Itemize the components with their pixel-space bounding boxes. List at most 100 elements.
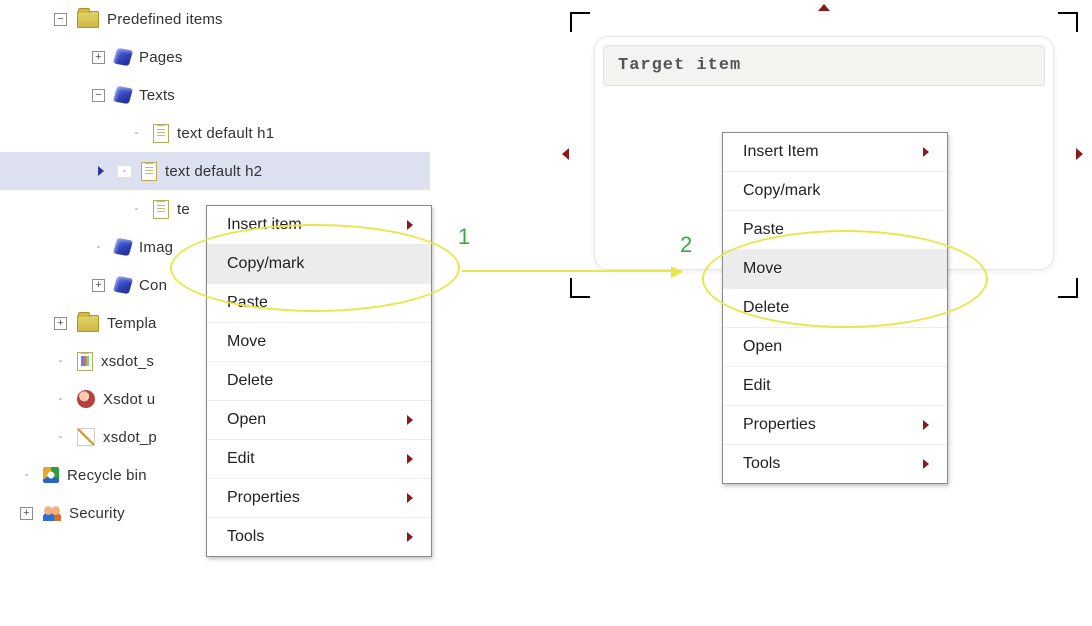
leaf-marker: - bbox=[20, 470, 33, 481]
menu-open[interactable]: Open bbox=[723, 327, 947, 366]
tree-item-texts[interactable]: − Texts bbox=[0, 76, 430, 114]
context-menu-source[interactable]: Insert item Copy/mark Paste Move Delete … bbox=[206, 205, 432, 557]
submenu-arrow-icon bbox=[923, 147, 929, 157]
module-icon bbox=[113, 238, 133, 256]
menu-tools[interactable]: Tools bbox=[723, 444, 947, 483]
expand-toggle[interactable]: + bbox=[20, 507, 33, 520]
menu-paste[interactable]: Paste bbox=[207, 283, 431, 322]
menu-open[interactable]: Open bbox=[207, 400, 431, 439]
resize-handle-left[interactable] bbox=[562, 148, 569, 160]
menu-label: Properties bbox=[227, 489, 300, 507]
crop-corner-bl[interactable] bbox=[570, 278, 590, 298]
menu-label: Delete bbox=[743, 299, 789, 317]
menu-label: Properties bbox=[743, 416, 816, 434]
tree-label: Xsdot u bbox=[103, 391, 155, 408]
leaf-marker: - bbox=[130, 204, 143, 215]
leaf-marker: - bbox=[54, 432, 67, 443]
menu-paste[interactable]: Paste bbox=[723, 210, 947, 249]
menu-move[interactable]: Move bbox=[723, 249, 947, 288]
tree-item-text-h2[interactable]: - text default h2 bbox=[0, 152, 430, 190]
menu-label: Move bbox=[743, 260, 782, 278]
users-icon bbox=[43, 505, 61, 521]
target-item-title: Target item bbox=[603, 45, 1045, 86]
menu-label: Copy/mark bbox=[227, 255, 304, 273]
tree-label: xsdot_s bbox=[101, 353, 154, 370]
menu-insert-item[interactable]: Insert Item bbox=[723, 133, 947, 171]
resize-handle-right[interactable] bbox=[1076, 148, 1083, 160]
tree-label: Con bbox=[139, 277, 167, 294]
tree-label: Security bbox=[69, 505, 125, 522]
menu-properties[interactable]: Properties bbox=[723, 405, 947, 444]
step-number-1: 1 bbox=[458, 224, 470, 250]
resize-handle-top[interactable] bbox=[818, 4, 830, 11]
crop-corner-tr[interactable] bbox=[1058, 12, 1078, 32]
module-icon bbox=[113, 86, 133, 104]
selection-arrow-icon bbox=[98, 166, 104, 176]
grid-page-icon bbox=[77, 352, 93, 371]
page-icon bbox=[153, 124, 169, 143]
menu-label: Open bbox=[227, 411, 266, 429]
module-icon bbox=[113, 276, 133, 294]
menu-label: Delete bbox=[227, 372, 273, 390]
tree-label: Texts bbox=[139, 87, 175, 104]
menu-copy-mark[interactable]: Copy/mark bbox=[723, 171, 947, 210]
submenu-arrow-icon bbox=[407, 454, 413, 464]
tree-label: Recycle bin bbox=[67, 467, 147, 484]
leaf-marker: - bbox=[92, 242, 105, 253]
menu-label: Move bbox=[227, 333, 266, 351]
tree-label: xsdot_p bbox=[103, 429, 157, 446]
tree-label: Templa bbox=[107, 315, 157, 332]
leaf-marker: - bbox=[130, 128, 143, 139]
tree-label: text default h1 bbox=[177, 125, 274, 142]
context-menu-target[interactable]: Insert Item Copy/mark Paste Move Delete … bbox=[722, 132, 948, 484]
menu-label: Insert item bbox=[227, 216, 302, 234]
submenu-arrow-icon bbox=[407, 493, 413, 503]
tree-label: text default h2 bbox=[165, 163, 262, 180]
menu-label: Tools bbox=[743, 455, 780, 473]
recycle-icon bbox=[43, 467, 59, 483]
folder-icon bbox=[77, 11, 99, 28]
menu-label: Paste bbox=[227, 294, 268, 312]
menu-label: Edit bbox=[227, 450, 255, 468]
pencil-icon bbox=[77, 428, 95, 446]
menu-label: Open bbox=[743, 338, 782, 356]
callout-arrow bbox=[462, 270, 682, 272]
menu-edit[interactable]: Edit bbox=[723, 366, 947, 405]
menu-move[interactable]: Move bbox=[207, 322, 431, 361]
expand-toggle[interactable]: + bbox=[92, 279, 105, 292]
tree-item-text-h1[interactable]: - text default h1 bbox=[0, 114, 430, 152]
menu-properties[interactable]: Properties bbox=[207, 478, 431, 517]
crop-corner-tl[interactable] bbox=[570, 12, 590, 32]
crop-corner-br[interactable] bbox=[1058, 278, 1078, 298]
submenu-arrow-icon bbox=[923, 459, 929, 469]
folder-icon bbox=[77, 315, 99, 332]
page-icon bbox=[141, 162, 157, 181]
tree-item-predefined[interactable]: − Predefined items bbox=[0, 0, 430, 38]
menu-label: Tools bbox=[227, 528, 264, 546]
leaf-marker: - bbox=[118, 166, 131, 177]
expand-toggle[interactable]: + bbox=[92, 51, 105, 64]
avatar-icon bbox=[77, 390, 95, 408]
tree-label: Pages bbox=[139, 49, 183, 66]
tree-label: Imag bbox=[139, 239, 173, 256]
menu-delete[interactable]: Delete bbox=[723, 288, 947, 327]
collapse-toggle[interactable]: − bbox=[54, 13, 67, 26]
menu-edit[interactable]: Edit bbox=[207, 439, 431, 478]
submenu-arrow-icon bbox=[407, 220, 413, 230]
menu-delete[interactable]: Delete bbox=[207, 361, 431, 400]
tree-label: Predefined items bbox=[107, 11, 223, 28]
menu-label: Edit bbox=[743, 377, 771, 395]
expand-toggle[interactable]: + bbox=[54, 317, 67, 330]
menu-copy-mark[interactable]: Copy/mark bbox=[207, 244, 431, 283]
leaf-marker: - bbox=[54, 394, 67, 405]
submenu-arrow-icon bbox=[407, 415, 413, 425]
menu-label: Insert Item bbox=[743, 143, 819, 161]
submenu-arrow-icon bbox=[407, 532, 413, 542]
leaf-marker: - bbox=[54, 356, 67, 367]
menu-label: Paste bbox=[743, 221, 784, 239]
menu-tools[interactable]: Tools bbox=[207, 517, 431, 556]
menu-insert-item[interactable]: Insert item bbox=[207, 206, 431, 244]
collapse-toggle[interactable]: − bbox=[92, 89, 105, 102]
tree-item-pages[interactable]: + Pages bbox=[0, 38, 430, 76]
menu-label: Copy/mark bbox=[743, 182, 820, 200]
